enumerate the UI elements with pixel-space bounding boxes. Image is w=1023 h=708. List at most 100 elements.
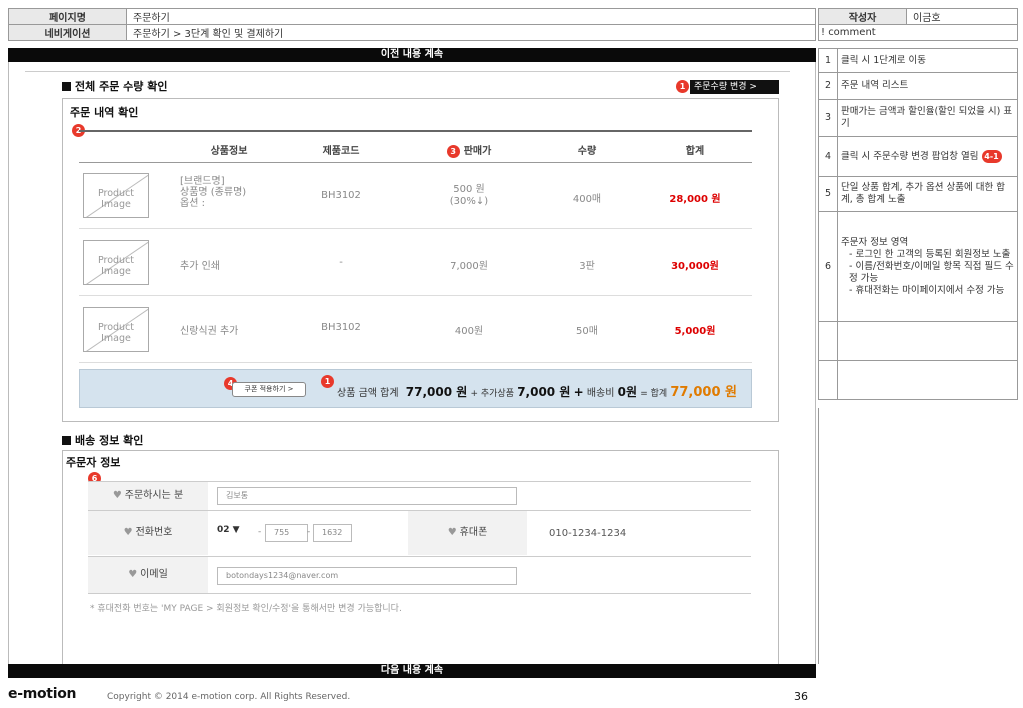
product-total: 5,000원 (674, 326, 716, 337)
page-name-value: 주문하기 (126, 8, 816, 25)
order-summary-bar: 4 쿠폰 적용하기 > 1 상품 금액 합계 77,000 원 + 추가상품 7… (79, 369, 752, 408)
author-label: 작성자 (818, 8, 907, 25)
comment-num: 3 (818, 99, 838, 137)
navigation-value: 주문하기 > 3단계 확인 및 결제하기 (126, 24, 816, 41)
continue-prev-bar: 이전 내용 계속 (8, 48, 816, 62)
comment-badge: 4-1 (981, 150, 1002, 163)
delivery-section-title: 배송 정보 확인 (62, 432, 143, 448)
product-price: 7,000원 (450, 261, 488, 272)
comment-bullet: - 이름/전화번호/이메일 항목 직접 필드 수정 가능 (849, 260, 1014, 284)
table-row: Product Image 추가 인쇄 - 7,000원 3판 30,000원 (79, 230, 752, 296)
copyright-text: Copyright © 2014 e-motion corp. All Righ… (107, 692, 351, 702)
product-brand: [브랜드명] (180, 176, 225, 187)
heart-icon: ♥ (447, 527, 457, 538)
navigation-label: 네비게이션 (8, 24, 127, 41)
product-image-text: Product Image (97, 188, 135, 210)
dropdown-arrow-icon: ▼ (232, 525, 240, 535)
phone-label: ♥ 전화번호 (88, 511, 208, 555)
author-value: 이금호 (906, 8, 1018, 25)
price-discount: (30%↓) (449, 196, 489, 207)
product-image-placeholder: Product Image (83, 173, 149, 218)
phone-prefix-select[interactable]: 02 ▼ (217, 525, 240, 535)
plus-sign: + (573, 385, 584, 399)
heart-icon: ♥ (123, 527, 133, 538)
price-value: 500 원 (453, 184, 485, 195)
product-qty: 3판 (579, 261, 595, 272)
order-subtitle: 주문 내역 확인 (70, 106, 139, 119)
extra-label: + 추가상품 (470, 389, 514, 399)
comment-bullet: - 로그인 한 고객의 등록된 회원정보 노출 (849, 248, 1011, 260)
comment-num: 4 (818, 136, 838, 177)
badge-1: 1 (676, 80, 689, 93)
product-info: [브랜드명] 상품명 (종류명) 옵션 : (180, 176, 246, 209)
square-bullet-icon (62, 436, 71, 445)
col-price-label: 판매가 (463, 146, 492, 157)
comment-num: 2 (818, 72, 838, 100)
heart-icon: ♥ (112, 490, 122, 501)
badge-3: 3 (446, 144, 460, 158)
dash: - (258, 527, 262, 537)
change-qty-button[interactable]: 주문수량 변경 > (690, 80, 779, 94)
col-product-code: 제품코드 (322, 146, 360, 157)
comment-num (818, 360, 838, 400)
mobile-label-text: 휴대폰 (459, 527, 488, 538)
phone-prefix-value: 02 (217, 525, 230, 535)
page-name-label: 페이지명 (8, 8, 127, 25)
product-total: 28,000 원 (669, 194, 721, 205)
col-total: 합계 (685, 146, 705, 157)
phone-mid-input[interactable]: 755 (265, 524, 308, 542)
name-input[interactable]: 김보통 (217, 487, 517, 505)
email-label: ♥ 이메일 (88, 557, 208, 593)
comment-column-line (818, 408, 819, 664)
badge-1: 1 (321, 375, 334, 388)
comment-num: 6 (818, 211, 838, 322)
product-image-placeholder: Product Image (83, 307, 149, 352)
table-row: Product Image 신랑식권 추가 BH3102 400원 50매 5,… (79, 297, 752, 363)
summary-totals: 상품 금액 합계 77,000 원 + 추가상품 7,000 원 + 배송비 0… (337, 381, 737, 400)
product-image-text: Product Image (97, 255, 135, 277)
comment-text (837, 360, 1018, 400)
orderer-subtitle: 주문자 정보 (66, 456, 121, 469)
comment-text: 주문 내역 리스트 (837, 72, 1018, 100)
comment-bullet: - 휴대전화는 마이페이지에서 수정 가능 (849, 284, 1005, 296)
comment-bullet-text: 이름/전화번호/이메일 항목 직접 필드 수정 가능 (849, 260, 1014, 284)
product-total: 30,000원 (671, 261, 719, 272)
product-image-text: Product Image (97, 322, 135, 344)
col-price: 3 판매가 (419, 142, 519, 158)
phone-label-text: 전화번호 (135, 527, 173, 538)
comment-text: 판매가는 금액과 할인율(할인 되었을 시) 표기 (837, 99, 1018, 137)
comment-text: 클릭 시 주문수량 변경 팝업창 열림 4-1 (837, 136, 1018, 177)
email-input[interactable]: botondays1234@naver.com (217, 567, 517, 585)
delivery-section-title-text: 배송 정보 확인 (75, 434, 144, 447)
comment-table: 1 클릭 시 1단계로 이동 2 주문 내역 리스트 3 판매가는 금액과 할인… (818, 48, 1018, 400)
name-label: ♥ 주문하시는 분 (88, 482, 208, 510)
coupon-button[interactable]: 쿠폰 적용하기 > (232, 382, 306, 397)
col-qty: 수량 (577, 146, 597, 157)
comment-num: 5 (818, 176, 838, 212)
comment-text: 클릭 시 1단계로 이동 (837, 48, 1018, 73)
comment-header: ! comment (818, 24, 1018, 41)
heart-icon: ♥ (128, 569, 138, 580)
email-label-text: 이메일 (140, 569, 168, 580)
emotion-logo: e-motion (8, 686, 77, 702)
col-product-info: 상품정보 (210, 146, 248, 157)
order-section-title-text: 전체 주문 수량 확인 (75, 80, 168, 93)
grand-total-amount: 77,000 원 (670, 385, 737, 400)
page-info-table: 페이지명 주문하기 네비게이션 주문하기 > 3단계 확인 및 결제하기 (8, 8, 816, 41)
product-info: 신랑식권 추가 (180, 326, 239, 337)
order-table-header: 상품정보 제품코드 3 판매가 수량 합계 (79, 130, 752, 163)
shipping-label: 배송비 (586, 388, 615, 399)
product-info: 추가 인쇄 (180, 261, 220, 272)
page-number: 36 (794, 690, 808, 703)
product-qty: 50매 (576, 326, 598, 337)
product-qty: 400매 (572, 194, 602, 205)
divider (25, 71, 790, 72)
square-bullet-icon (62, 82, 71, 91)
continue-next-bar: 다음 내용 계속 (8, 664, 816, 678)
comment-num (818, 321, 838, 361)
comment-text (837, 321, 1018, 361)
comment-text: 주문자 정보 영역 - 로그인 한 고객의 등록된 회원정보 노출 - 이름/전… (837, 211, 1018, 322)
name-label-text: 주문하시는 분 (124, 490, 184, 501)
product-option: 옵션 : (180, 198, 205, 209)
phone-last-input[interactable]: 1632 (313, 524, 352, 542)
